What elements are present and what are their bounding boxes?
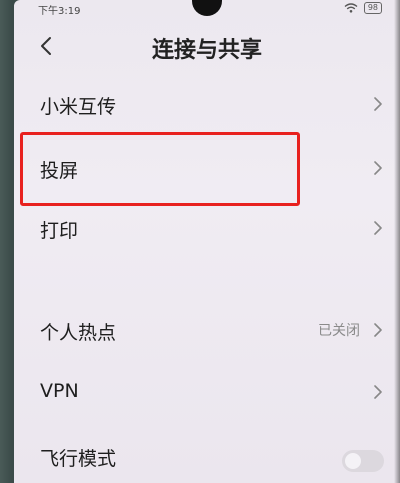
phone-edge bbox=[394, 0, 400, 483]
row-vpn[interactable]: VPN bbox=[14, 372, 400, 416]
status-time: 下午3:19 bbox=[38, 6, 81, 17]
row-print[interactable]: 打印 bbox=[14, 208, 400, 252]
row-label: 飞行模式 bbox=[40, 448, 117, 470]
chevron-right-icon bbox=[374, 97, 382, 111]
camera-notch bbox=[192, 0, 222, 16]
airplane-mode-toggle[interactable] bbox=[342, 450, 384, 472]
chevron-right-icon bbox=[374, 323, 382, 337]
chevron-right-icon bbox=[374, 385, 382, 399]
row-hotspot[interactable]: 个人热点 已关闭 bbox=[14, 310, 400, 354]
status-bar: 下午3:19 98 bbox=[14, 0, 400, 18]
highlight-box bbox=[20, 132, 300, 206]
header: 连接与共享 bbox=[14, 28, 400, 68]
wifi-icon bbox=[344, 3, 358, 13]
row-label: 小米互传 bbox=[40, 96, 117, 118]
chevron-right-icon bbox=[374, 161, 382, 175]
row-value: 已关闭 bbox=[318, 323, 360, 339]
row-label: VPN bbox=[40, 380, 79, 402]
phone-frame: 下午3:19 98 连接与共享 小米互传 投屏 打印 个人热点 已关闭 VPN … bbox=[0, 0, 400, 483]
chevron-right-icon bbox=[374, 221, 382, 235]
battery-icon: 98 bbox=[363, 2, 382, 14]
row-label: 个人热点 bbox=[40, 322, 117, 344]
page-title: 连接与共享 bbox=[151, 38, 262, 63]
screen: 下午3:19 98 连接与共享 小米互传 投屏 打印 个人热点 已关闭 VPN … bbox=[14, 0, 400, 483]
row-label: 打印 bbox=[40, 220, 79, 242]
row-airplane-mode[interactable]: 飞行模式 bbox=[14, 436, 400, 480]
toggle-knob bbox=[345, 453, 361, 469]
status-icons: 98 bbox=[344, 2, 382, 14]
row-xiaomi-share[interactable]: 小米互传 bbox=[14, 84, 400, 128]
